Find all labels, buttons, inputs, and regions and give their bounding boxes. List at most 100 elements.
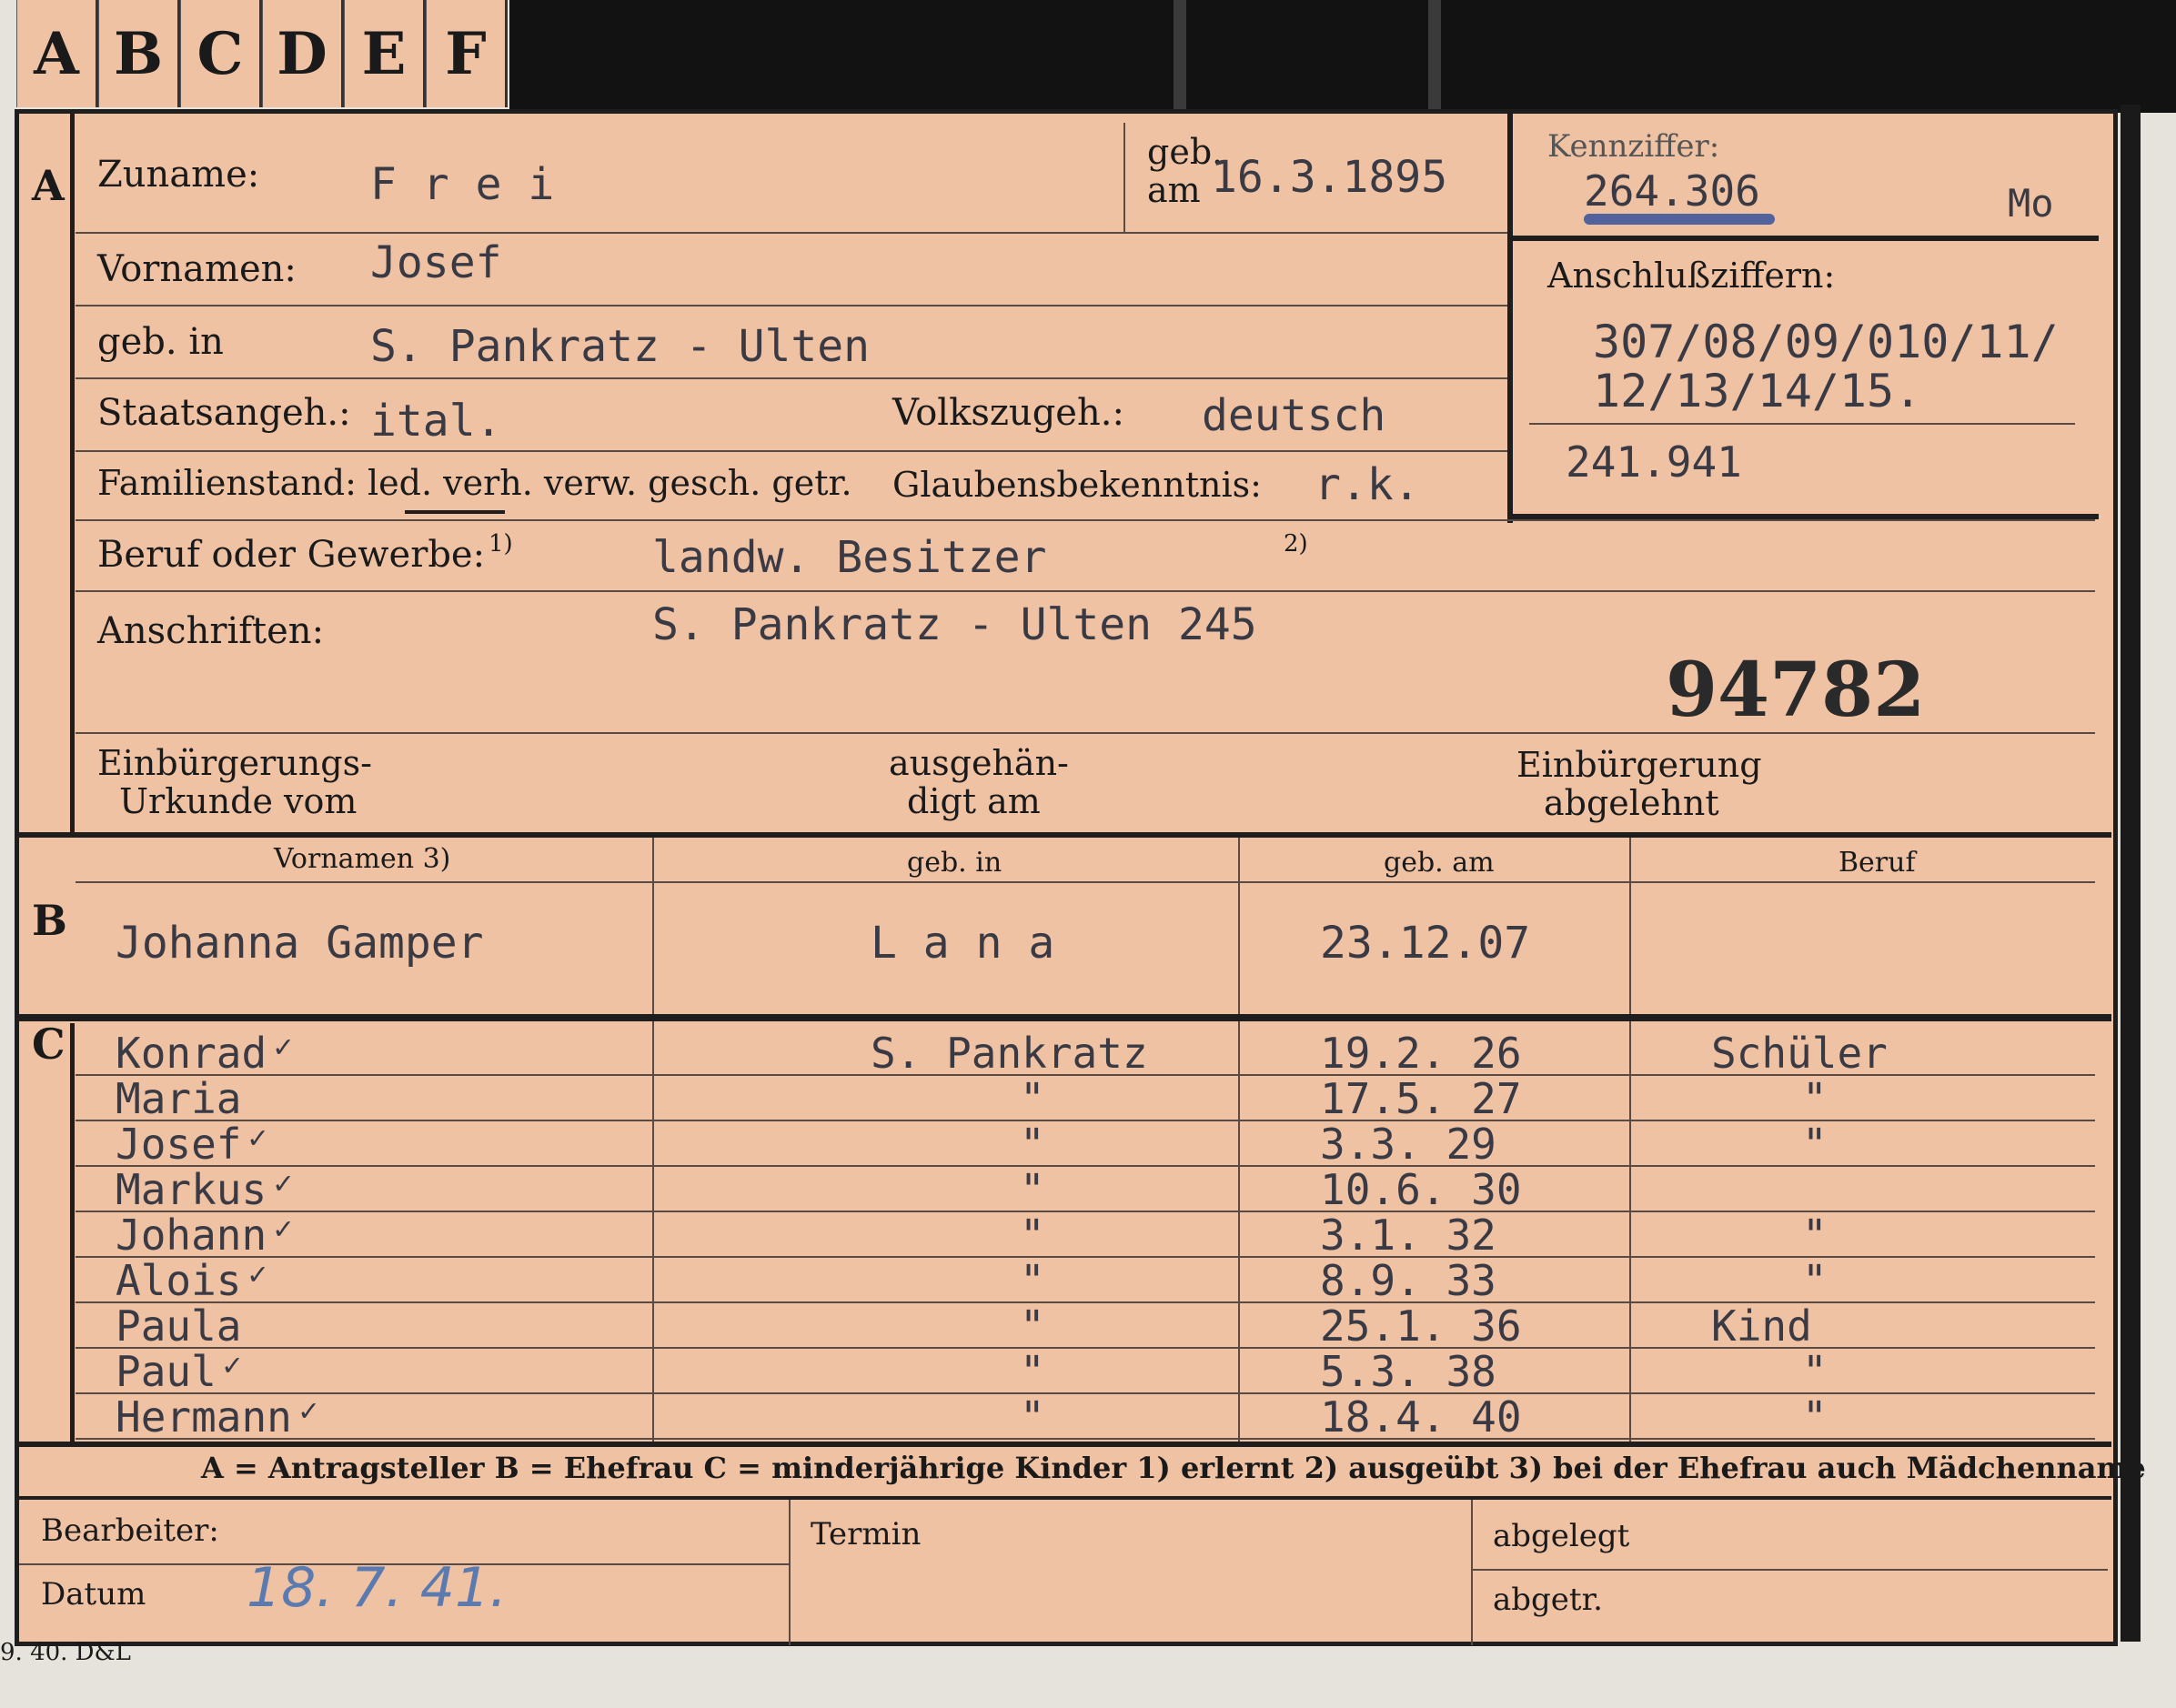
child-birthdate: 5.3. 38 bbox=[1320, 1347, 1496, 1396]
child-name: Johann bbox=[116, 1211, 267, 1260]
datum-value: 18. 7. 41. bbox=[247, 1556, 508, 1620]
row-line bbox=[76, 1074, 2095, 1076]
row-line bbox=[76, 1392, 2095, 1394]
section-mark-c: C bbox=[32, 1020, 65, 1069]
beruf-note-1: 1) bbox=[489, 530, 513, 558]
anschriften-label: Anschriften: bbox=[97, 610, 325, 652]
child-birthplace: " bbox=[1020, 1392, 1045, 1442]
row-line bbox=[76, 232, 1507, 234]
child-name: Maria bbox=[116, 1074, 242, 1123]
section-border bbox=[19, 1014, 2111, 1021]
index-tabs: A B C D E F bbox=[16, 0, 508, 111]
row-line bbox=[1471, 1569, 2108, 1571]
einb-abgelehnt-label: Einbürgerung bbox=[1516, 745, 1762, 785]
row-line bbox=[76, 1256, 2095, 1258]
row-line bbox=[76, 450, 1507, 452]
geb-am-label: am bbox=[1147, 170, 1201, 210]
check-mark: ✓ bbox=[299, 1392, 318, 1429]
child-occupation: " bbox=[1802, 1211, 1828, 1260]
child-birthdate: 19.2. 26 bbox=[1320, 1029, 1522, 1078]
section-mark-b: B bbox=[32, 896, 67, 945]
column-line bbox=[789, 1500, 791, 1645]
child-birthdate: 8.9. 33 bbox=[1320, 1256, 1496, 1305]
vornamen-value: Josef bbox=[370, 237, 502, 288]
margin-line bbox=[70, 1023, 75, 1442]
volks-label: Volkszugeh.: bbox=[892, 392, 1124, 434]
tab-f[interactable]: F bbox=[426, 0, 508, 107]
einb-urkunde-label: Urkunde vom bbox=[119, 781, 358, 821]
glaubens-label: Glaubensbekenntnis: bbox=[892, 465, 1262, 505]
child-birthdate: 17.5. 27 bbox=[1320, 1074, 1522, 1123]
child-name: Paula bbox=[116, 1301, 242, 1351]
tab-c[interactable]: C bbox=[180, 0, 262, 107]
zuname-label: Zuname: bbox=[97, 154, 260, 196]
child-birthdate: 3.3. 29 bbox=[1320, 1120, 1496, 1169]
termin-label: Termin bbox=[811, 1516, 922, 1552]
staats-value: ital. bbox=[370, 396, 502, 447]
box-border bbox=[1507, 114, 1513, 523]
row-line bbox=[76, 305, 1507, 306]
check-mark: ✓ bbox=[248, 1120, 267, 1156]
anschriften-value: S. Pankratz - Ulten 245 bbox=[652, 599, 1257, 650]
spouse-birthplace: L a n a bbox=[871, 918, 1055, 969]
legend: A = Antragsteller B = Ehefrau C = minder… bbox=[201, 1451, 2146, 1485]
child-occupation: " bbox=[1802, 1347, 1828, 1396]
col-beruf: Beruf bbox=[1839, 847, 1916, 879]
einb-urkunde-label: Einbürgerungs- bbox=[97, 743, 372, 783]
child-birthplace: S. Pankratz bbox=[871, 1029, 1148, 1078]
child-birthplace: " bbox=[1020, 1165, 1045, 1214]
section-border bbox=[19, 1442, 2111, 1447]
child-occupation: " bbox=[1802, 1074, 1828, 1123]
bar-stripe bbox=[1174, 0, 1186, 113]
geb-am-value: 16.3.1895 bbox=[1211, 152, 1448, 203]
staats-label: Staatsangeh.: bbox=[97, 392, 351, 434]
row-line bbox=[76, 881, 2095, 883]
ausgehaen-label: digt am bbox=[907, 781, 1041, 821]
kennziffer-value: 264.306 bbox=[1584, 166, 1760, 216]
volks-value: deutsch bbox=[1202, 390, 1386, 441]
bar-stripe bbox=[1428, 0, 1441, 113]
row-line bbox=[76, 1165, 2095, 1167]
column-line bbox=[1238, 838, 1240, 1443]
child-birthdate: 18.4. 40 bbox=[1320, 1392, 1522, 1442]
column-line bbox=[1629, 838, 1631, 1443]
tab-b[interactable]: B bbox=[98, 0, 180, 107]
row-line bbox=[76, 377, 1507, 379]
child-birthdate: 10.6. 30 bbox=[1320, 1165, 1522, 1214]
child-name: Hermann bbox=[116, 1392, 292, 1442]
einb-abgelehnt-label: abgelehnt bbox=[1544, 783, 1719, 823]
tab-a[interactable]: A bbox=[16, 0, 98, 107]
child-occupation: Kind bbox=[1711, 1301, 1812, 1351]
child-name: Josef bbox=[116, 1120, 242, 1169]
section-mark-a: A bbox=[32, 161, 65, 210]
row-line bbox=[76, 1211, 2095, 1212]
col-geb-am: geb. am bbox=[1384, 847, 1495, 879]
child-birthplace: " bbox=[1020, 1301, 1045, 1351]
verh-underline bbox=[405, 510, 505, 514]
beruf-note-2: 2) bbox=[1284, 530, 1308, 558]
anschluss-label: Anschlußziffern: bbox=[1547, 256, 1836, 296]
row-line bbox=[76, 590, 2095, 592]
spouse-birthdate: 23.12.07 bbox=[1320, 918, 1531, 969]
beruf-value: landw. Besitzer bbox=[652, 532, 1047, 583]
familien-label: Familienstand: led. verh. verw. gesch. g… bbox=[97, 463, 852, 503]
printer-mark: 9. 40. D&L bbox=[0, 1639, 131, 1666]
column-line bbox=[1471, 1500, 1473, 1645]
check-mark: ✓ bbox=[223, 1347, 242, 1383]
bearbeiter-label: Bearbeiter: bbox=[41, 1512, 219, 1549]
kennziffer-suffix: Mo bbox=[2008, 181, 2054, 226]
registration-card: A B C Zuname: F r e i geb. am 16.3.1895 … bbox=[15, 105, 2146, 1646]
anschluss-line-3: 241.941 bbox=[1566, 437, 1742, 487]
check-mark: ✓ bbox=[248, 1256, 267, 1292]
tab-d[interactable]: D bbox=[262, 0, 344, 107]
child-occupation: " bbox=[1802, 1256, 1828, 1305]
glaubens-value: r.k. bbox=[1315, 459, 1420, 510]
tab-e[interactable]: E bbox=[344, 0, 426, 107]
stamp-number: 94782 bbox=[1666, 647, 1926, 734]
datum-label: Datum bbox=[41, 1576, 146, 1613]
child-name: Paul bbox=[116, 1347, 217, 1396]
col-vornamen: Vornamen 3) bbox=[274, 843, 451, 875]
geb-in-value: S. Pankratz - Ulten bbox=[370, 321, 871, 372]
anschluss-line-2: 12/13/14/15. bbox=[1593, 365, 1922, 417]
child-birthplace: " bbox=[1020, 1074, 1045, 1123]
